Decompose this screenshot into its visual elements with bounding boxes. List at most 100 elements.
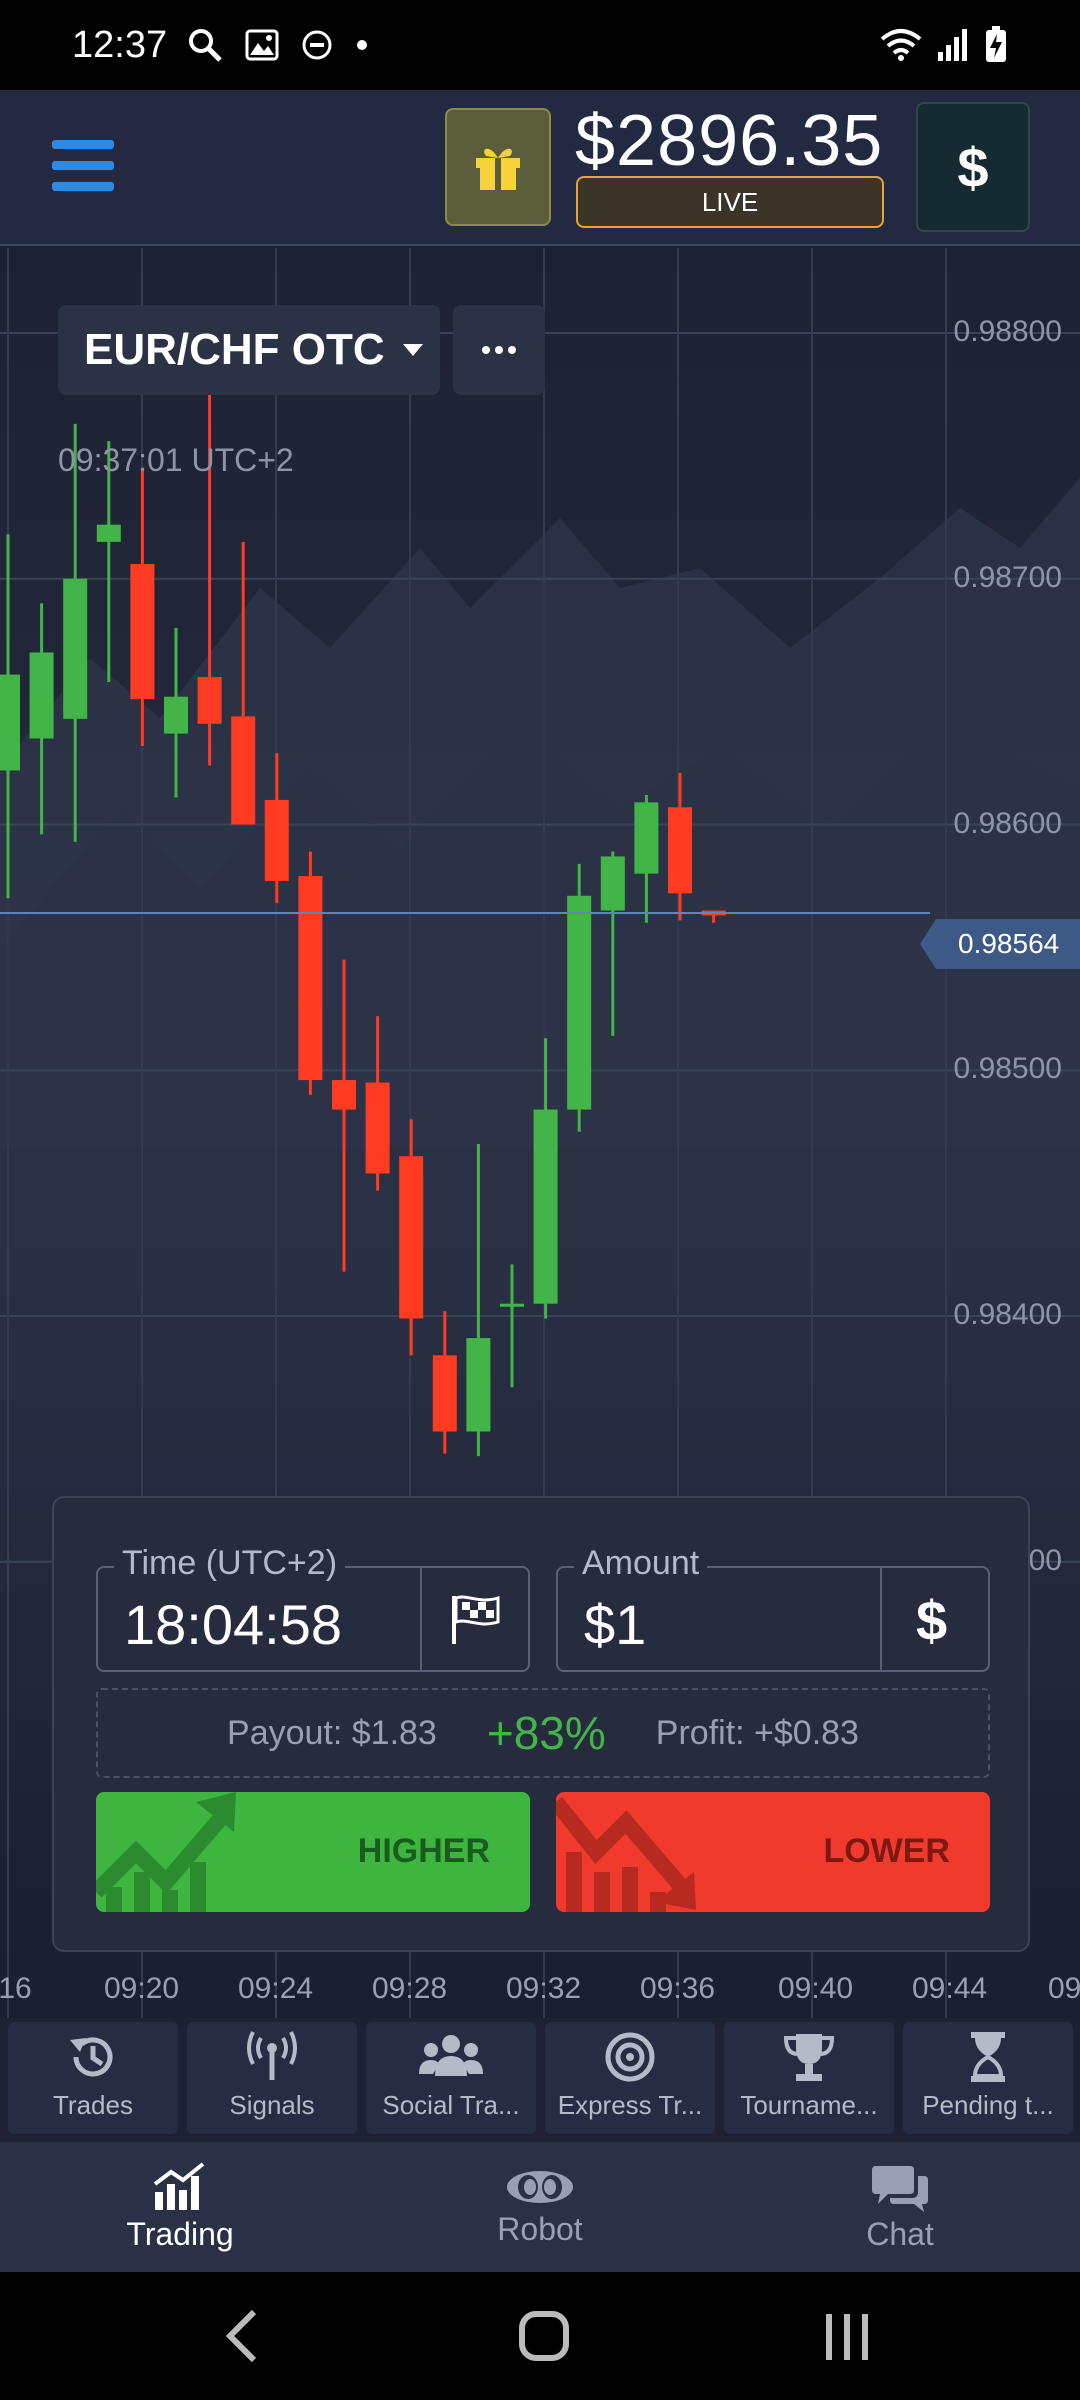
nav-trading[interactable]: Trading <box>80 2142 280 2272</box>
candle-body-down <box>332 1080 356 1110</box>
system-nav-bar <box>0 2272 1080 2400</box>
candle-body-up <box>466 1338 491 1432</box>
pair-label: EUR/CHF OTC <box>84 325 385 374</box>
menu-button[interactable] <box>52 140 114 196</box>
price-axis-label: 00 <box>1028 1543 1062 1577</box>
trade-panel: Time (UTC+2) 18:04:58 Amount $1 $ Payout… <box>52 1496 1030 1952</box>
candle-body-down <box>399 1156 424 1319</box>
app-header: $2896.35 LIVE $ <box>0 90 1080 246</box>
status-bar: 12:37 <box>0 0 1080 90</box>
time-axis-label: 09:32 <box>506 1972 582 2005</box>
chevron-down-icon <box>402 344 423 356</box>
candle <box>567 863 592 1132</box>
search-icon <box>189 29 222 62</box>
price-axis-label: 0.98800 <box>953 315 1062 348</box>
gift-button[interactable] <box>445 108 551 226</box>
candle-body-up <box>634 802 659 874</box>
users-icon <box>419 2035 483 2076</box>
chart-timestamp: 09:37:01 UTC+2 <box>58 442 294 478</box>
trend-down-icon <box>556 1797 696 1912</box>
hourglass-icon <box>971 2032 1005 2082</box>
tool-label: Social Tra... <box>382 2090 520 2120</box>
candle-body-down <box>298 876 323 1081</box>
time-axis-label: 09:28 <box>372 1972 448 2005</box>
chart-icon <box>153 2161 205 2210</box>
menu-icon <box>52 140 114 149</box>
candle-body-down <box>130 564 155 700</box>
tool-trades[interactable]: Trades <box>8 2022 178 2134</box>
target-icon <box>605 2032 655 2082</box>
deposit-button[interactable]: $ <box>916 102 1030 232</box>
tool-social-trading[interactable]: Social Tra... <box>366 2022 536 2134</box>
tool-label: Trades <box>53 2090 133 2120</box>
candle-body-up <box>0 674 20 771</box>
candle-body-down <box>231 716 256 825</box>
gift-icon <box>476 148 520 190</box>
bottom-nav: Trading Robot Chat <box>0 2142 1080 2272</box>
trophy-icon <box>783 2034 835 2081</box>
candle-body-down <box>432 1355 457 1432</box>
payout-text: Payout: $1.83 <box>227 1713 437 1752</box>
flag-icon[interactable] <box>448 1594 504 1646</box>
profit-text: Profit: +$0.83 <box>655 1713 859 1752</box>
tool-label: Express Tr... <box>557 2090 703 2120</box>
tool-signals[interactable]: Signals <box>187 2022 357 2134</box>
nav-robot[interactable]: Robot <box>440 2142 640 2272</box>
battery-charging-icon <box>986 26 1006 62</box>
current-price-value: 0.98564 <box>958 928 1060 959</box>
tool-tournaments[interactable]: Tourname... <box>724 2022 894 2134</box>
candle <box>298 851 323 1095</box>
live-badge[interactable]: LIVE <box>576 176 884 228</box>
tool-label: Pending t... <box>922 2090 1054 2120</box>
divider <box>880 1568 882 1670</box>
time-axis-label: 09:36 <box>640 1972 716 2005</box>
antenna-icon <box>247 2031 297 2080</box>
wifi-icon <box>880 29 922 61</box>
candle-body-up <box>29 652 54 739</box>
time-field-value[interactable]: 18:04:58 <box>124 1592 342 1657</box>
more-options-button[interactable] <box>453 305 545 395</box>
history-icon <box>70 2037 113 2077</box>
time-field[interactable]: Time (UTC+2) 18:04:58 <box>96 1544 530 1672</box>
candle-body-up <box>533 1109 558 1304</box>
higher-label: HIGHER <box>357 1832 490 1870</box>
robot-icon <box>507 2170 573 2203</box>
tool-label: Signals <box>229 2090 315 2120</box>
lower-button[interactable]: LOWER <box>556 1792 990 1912</box>
currency-toggle-icon[interactable]: $ <box>916 1588 947 1653</box>
recents-icon[interactable] <box>822 2312 872 2362</box>
nav-label: Chat <box>866 2215 934 2252</box>
pair-selector[interactable]: EUR/CHF OTC <box>58 305 440 395</box>
candle-body-up <box>500 1303 524 1307</box>
candle-body-up <box>63 578 88 719</box>
payout-percent: +83% <box>486 1707 606 1759</box>
price-axis-label: 0.98600 <box>953 806 1062 840</box>
home-icon[interactable] <box>518 2310 570 2362</box>
time-axis: :16 09:20 09:24 09:28 09:32 09:36 09:40 09:44 09 <box>0 1966 1080 2022</box>
amount-field[interactable]: Amount $1 $ <box>556 1544 990 1672</box>
candle-body-down <box>365 1082 390 1174</box>
trend-up-icon <box>96 1792 236 1912</box>
candle-body-up <box>96 524 121 542</box>
tool-pending-trades[interactable]: Pending t... <box>903 2022 1073 2134</box>
more-icon <box>482 346 516 354</box>
amount-field-label: Amount <box>574 1544 708 1583</box>
candle-body-up <box>164 696 188 734</box>
tool-express-trades[interactable]: Express Tr... <box>545 2022 715 2134</box>
lower-label: LOWER <box>823 1832 950 1870</box>
candle-body-up <box>567 895 592 1110</box>
amount-field-value[interactable]: $1 <box>584 1592 646 1657</box>
account-balance[interactable]: $2896.35 <box>575 100 883 182</box>
candle-body-down <box>668 807 692 894</box>
signal-icon <box>938 29 967 61</box>
current-price-tag: 0.98564 <box>920 919 1080 969</box>
app-root: 12:37 0.98800 0.98700 0.98600 0.98500 0.… <box>0 0 1080 2400</box>
candle-body-down <box>197 677 222 724</box>
nav-chat[interactable]: Chat <box>800 2142 1000 2272</box>
tools-bar: Trades Signals Social Tra... Express Tr.… <box>0 2022 1080 2140</box>
price-axis-label: 0.98700 <box>953 560 1062 594</box>
higher-button[interactable]: HIGHER <box>96 1792 530 1912</box>
time-axis-label: 09:40 <box>778 1972 854 2005</box>
back-icon[interactable] <box>222 2308 262 2364</box>
candle-body-down <box>264 799 289 882</box>
